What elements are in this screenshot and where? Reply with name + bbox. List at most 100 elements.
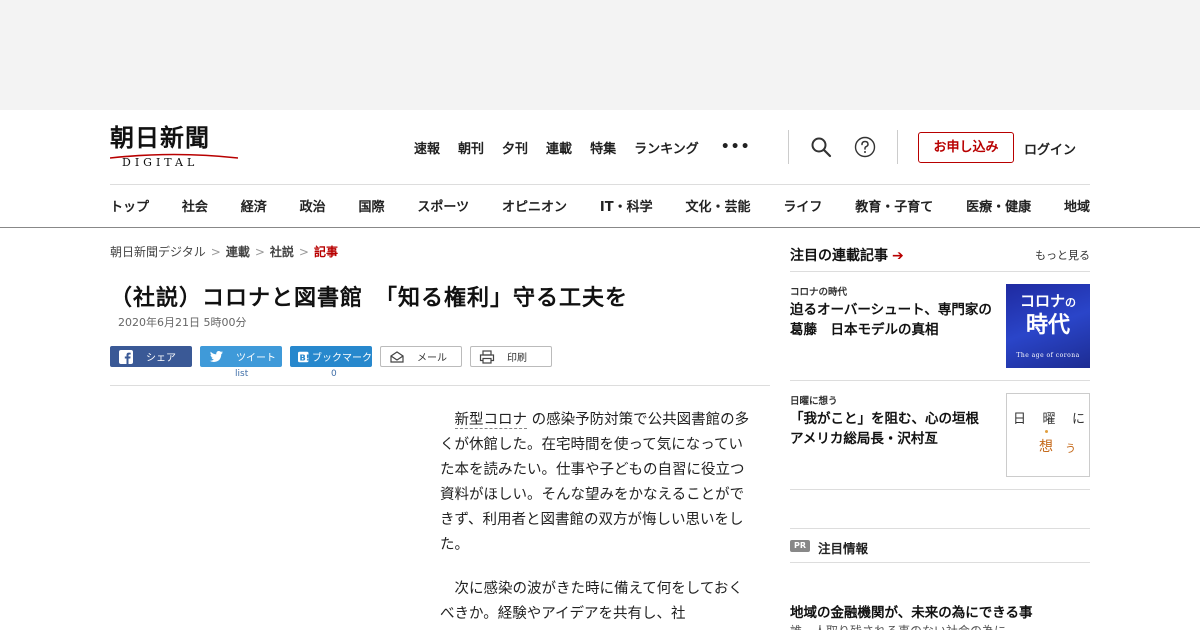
- breadcrumb-current: 記事: [313, 245, 338, 259]
- category-health[interactable]: 医療・健康: [966, 196, 1031, 215]
- print-label: 印刷: [507, 353, 527, 364]
- category-politics[interactable]: 政治: [300, 196, 326, 215]
- sidebar-divider: [790, 528, 1090, 529]
- help-icon[interactable]: [854, 136, 876, 158]
- nav-yuukan[interactable]: 夕刊: [502, 138, 528, 157]
- corona-series-thumbnail[interactable]: コロナの 時代 The age of corona: [1006, 284, 1090, 368]
- logo-wordmark: 朝日新聞: [110, 123, 210, 152]
- facebook-share-button[interactable]: シェア: [110, 346, 192, 367]
- category-society[interactable]: 社会: [182, 196, 208, 215]
- article-paragraph-text: の感染予防対策で公共図書館の多くが休館した。在宅時間を使って気になっていた本を読…: [440, 412, 750, 553]
- article-title: （社説）コロナと図書館 「知る権利」守る工夫を: [110, 286, 629, 311]
- divider: [788, 130, 789, 164]
- article-paragraph-text: 次に感染の波がきた時に備えて何をしておくべきか。経験やアイデアを共有し、社: [440, 581, 743, 622]
- sidebar-article-category: コロナの時代: [790, 287, 848, 298]
- nichiyo-series-thumbnail[interactable]: 日 曜 に 想 う: [1006, 393, 1090, 477]
- twitter-share-label: ツイート: [236, 353, 276, 364]
- sidebar-divider: [790, 562, 1090, 563]
- header-separator: [110, 184, 1090, 185]
- twitter-share-button[interactable]: ツイート: [200, 346, 282, 367]
- ad-banner-area: [0, 0, 1200, 110]
- category-top[interactable]: トップ: [110, 196, 149, 215]
- thumbnail-accent-char: 想: [1039, 439, 1053, 455]
- thumbnail-text-part: の: [1065, 296, 1076, 309]
- see-more-link[interactable]: もっと見る: [1035, 247, 1090, 263]
- thumbnail-char: に: [1071, 412, 1085, 427]
- category-sports[interactable]: スポーツ: [417, 196, 469, 215]
- site-header: 朝日新聞 DIGITAL 速報 朝刊 夕刊 連載 特集 ランキング ••• お申…: [0, 110, 1200, 228]
- more-menu-icon[interactable]: •••: [721, 139, 751, 155]
- svg-text:B!: B!: [300, 352, 310, 362]
- thumbnail-text: 時代: [1025, 312, 1070, 338]
- divider: [897, 130, 898, 164]
- nav-rensai[interactable]: 連載: [546, 138, 572, 157]
- hatena-bookmark-icon: B!: [298, 351, 310, 362]
- search-icon[interactable]: [810, 136, 832, 158]
- sidebar-article-title[interactable]: 「我がこと」を阻む、心の垣根 アメリカ総局長・沢村亙: [790, 409, 1002, 449]
- article-date: 2020年6月21日 5時00分: [118, 316, 247, 329]
- nav-choukan[interactable]: 朝刊: [458, 138, 484, 157]
- breadcrumb-separator: >: [254, 245, 265, 259]
- sidebar-heading[interactable]: 注目の連載記事 ➔: [790, 245, 904, 265]
- facebook-share-label: シェア: [146, 353, 176, 364]
- hatena-bookmark-button[interactable]: B! ブックマーク: [290, 346, 372, 367]
- breadcrumb-home[interactable]: 朝日新聞デジタル: [110, 245, 206, 259]
- sidebar-divider: [790, 489, 1090, 490]
- breadcrumb-shasetsu[interactable]: 社説: [270, 245, 294, 259]
- thumbnail-text: 日 曜 に: [1013, 408, 1085, 427]
- sidebar-divider: [790, 271, 1090, 272]
- breadcrumb: 朝日新聞デジタル > 連載 > 社説 > 記事: [110, 243, 338, 260]
- thumbnail-accent-dot: [1045, 430, 1048, 433]
- nav-ranking[interactable]: ランキング: [634, 138, 699, 157]
- nav-tokushu[interactable]: 特集: [590, 138, 616, 157]
- category-navigation: トップ 社会 経済 政治 国際 スポーツ オピニオン IT・科学 文化・芸能 ラ…: [110, 196, 1090, 215]
- print-button[interactable]: 印刷: [470, 346, 552, 367]
- facebook-icon: [119, 349, 133, 364]
- pr-article-title[interactable]: 地域の金融機関が、未来の為にできる事: [790, 601, 1032, 621]
- site-logo[interactable]: 朝日新聞 DIGITAL: [110, 124, 240, 170]
- pr-article-subtitle[interactable]: 誰一人取り残される事のない社会の為に: [790, 622, 1006, 630]
- category-opinion[interactable]: オピニオン: [502, 196, 567, 215]
- sidebar-article-category: 日曜に想う: [790, 396, 838, 407]
- keyword-link[interactable]: 新型コロナ: [454, 412, 527, 429]
- category-local[interactable]: 地域: [1064, 196, 1090, 215]
- sidebar-article-card[interactable]: 日曜に想う 「我がこと」を阻む、心の垣根 アメリカ総局長・沢村亙 日 曜 に 想…: [790, 393, 1090, 477]
- twitter-icon: [209, 350, 223, 362]
- breadcrumb-rensai[interactable]: 連載: [226, 245, 250, 259]
- thumbnail-accent-char: う: [1065, 442, 1076, 455]
- category-education[interactable]: 教育・子育て: [855, 196, 933, 215]
- logo-digital-text: DIGITAL: [122, 156, 199, 169]
- login-link[interactable]: ログイン: [1024, 139, 1076, 158]
- pr-section-label: 注目情報: [818, 541, 869, 556]
- pr-badge: PR: [790, 540, 810, 552]
- content-separator: [110, 385, 770, 386]
- nav-sokuho[interactable]: 速報: [414, 138, 440, 157]
- subscribe-button[interactable]: お申し込み: [918, 132, 1014, 163]
- top-navigation: 速報 朝刊 夕刊 連載 特集 ランキング •••: [414, 136, 751, 158]
- hatena-bookmark-count[interactable]: 0: [331, 369, 337, 379]
- breadcrumb-separator: >: [298, 245, 309, 259]
- mail-icon: [390, 350, 404, 363]
- sidebar-article-card[interactable]: コロナの時代 迫るオーバーシュート、専門家の葛藤 日本モデルの真相 コロナの 時…: [790, 284, 1090, 368]
- sidebar-divider: [790, 380, 1090, 381]
- category-it-science[interactable]: IT・科学: [600, 196, 653, 215]
- thumbnail-char: 曜: [1042, 412, 1056, 427]
- sidebar-heading-text: 注目の連載記事: [790, 248, 888, 264]
- category-economy[interactable]: 経済: [241, 196, 267, 215]
- twitter-list-link[interactable]: list: [235, 369, 248, 379]
- breadcrumb-separator: >: [210, 245, 221, 259]
- sidebar-article-title[interactable]: 迫るオーバーシュート、専門家の葛藤 日本モデルの真相: [790, 300, 1002, 340]
- hatena-bookmark-label: ブックマーク: [312, 353, 372, 364]
- article-paragraph: 次に感染の波がきた時に備えて何をしておくべきか。経験やアイデアを共有し、社: [440, 577, 750, 627]
- thumbnail-char: 日: [1013, 412, 1027, 427]
- category-culture[interactable]: 文化・芸能: [685, 196, 750, 215]
- category-life[interactable]: ライフ: [783, 196, 822, 215]
- mail-share-button[interactable]: メール: [380, 346, 462, 367]
- thumbnail-text: コロナの: [1006, 292, 1090, 312]
- thumbnail-subtext: The age of corona: [1016, 352, 1080, 359]
- category-international[interactable]: 国際: [359, 196, 385, 215]
- arrow-right-icon: ➔: [892, 248, 904, 264]
- thumbnail-text-part: コロナ: [1019, 292, 1065, 310]
- article-paragraph: 新型コロナ の感染予防対策で公共図書館の多くが休館した。在宅時間を使って気になっ…: [440, 408, 750, 558]
- print-icon: [479, 349, 495, 364]
